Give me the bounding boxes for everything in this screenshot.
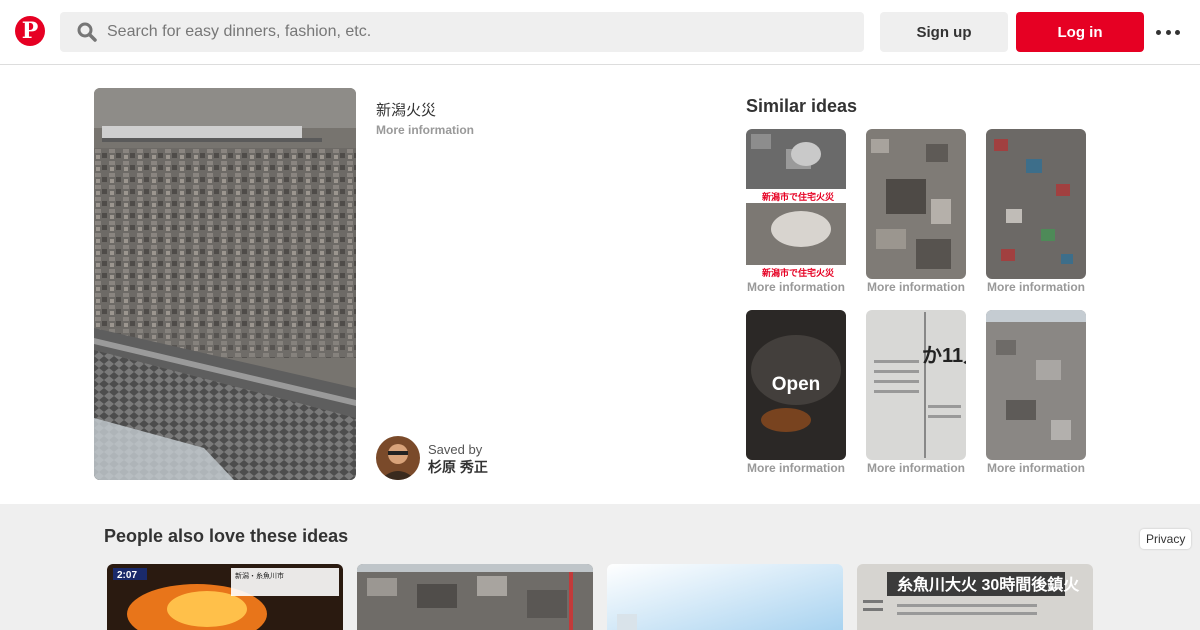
signup-button[interactable]: Sign up	[880, 12, 1008, 52]
similar-idea-image[interactable]	[986, 310, 1086, 460]
also-idea-card[interactable]	[607, 564, 843, 630]
search-icon	[77, 22, 97, 42]
pin-more-information-link[interactable]: More information	[376, 123, 474, 137]
open-overlay-label[interactable]: Open	[746, 310, 846, 460]
video-time: 2:07	[117, 570, 137, 581]
similar-overlay-text-bottom: 新潟市で住宅火災	[762, 267, 835, 278]
similar-idea-image[interactable]: 新潟市で住宅火災 新潟市で住宅火災	[746, 129, 846, 279]
newspaper-headline: か11人に	[922, 344, 966, 367]
people-also-love-title: People also love these ideas	[104, 526, 349, 546]
card-headline: 新潟・糸魚川市	[235, 571, 284, 580]
similar-idea-image[interactable]: Open	[746, 310, 846, 460]
similar-ideas-title: Similar ideas	[746, 96, 858, 116]
similar-idea-caption[interactable]: More information	[986, 280, 1086, 294]
also-idea-card[interactable]	[357, 564, 593, 630]
similar-idea-caption[interactable]: More information	[986, 461, 1086, 475]
similar-idea-caption[interactable]: More information	[746, 280, 846, 294]
similar-idea-caption[interactable]: More information	[866, 280, 966, 294]
search-bar[interactable]	[60, 12, 864, 52]
pin-title: 新潟火災	[376, 102, 437, 119]
people-also-love-section: People also love these ideas Privacy 2:0…	[0, 504, 1200, 630]
logo-letter: P	[21, 18, 39, 44]
top-header: P Sign up Log in	[0, 0, 1200, 65]
saver-name[interactable]: 杉原 秀正	[428, 457, 488, 477]
also-idea-card[interactable]: 2:07 新潟・糸魚川市	[107, 564, 343, 630]
search-input[interactable]	[107, 12, 847, 52]
more-options-icon[interactable]	[1156, 22, 1180, 42]
also-idea-card[interactable]: 糸魚川大火 30時間後鎮火	[857, 564, 1093, 630]
similar-idea-image[interactable]	[866, 129, 966, 279]
avatar[interactable]	[376, 436, 420, 480]
pin-image[interactable]	[94, 88, 356, 480]
similar-idea-caption[interactable]: More information	[866, 461, 966, 475]
login-button[interactable]: Log in	[1016, 12, 1144, 52]
similar-idea-image[interactable]: か11人に	[866, 310, 966, 460]
privacy-button[interactable]: Privacy	[1140, 529, 1192, 549]
newspaper-headline: 糸魚川大火 30時間後鎮火	[897, 575, 1080, 594]
saved-by-label: Saved by	[428, 442, 483, 457]
similar-idea-image[interactable]	[986, 129, 1086, 279]
similar-idea-caption[interactable]: More information	[746, 461, 846, 475]
similar-overlay-text-top: 新潟市で住宅火災	[762, 191, 835, 202]
pinterest-logo[interactable]: P	[15, 16, 45, 46]
